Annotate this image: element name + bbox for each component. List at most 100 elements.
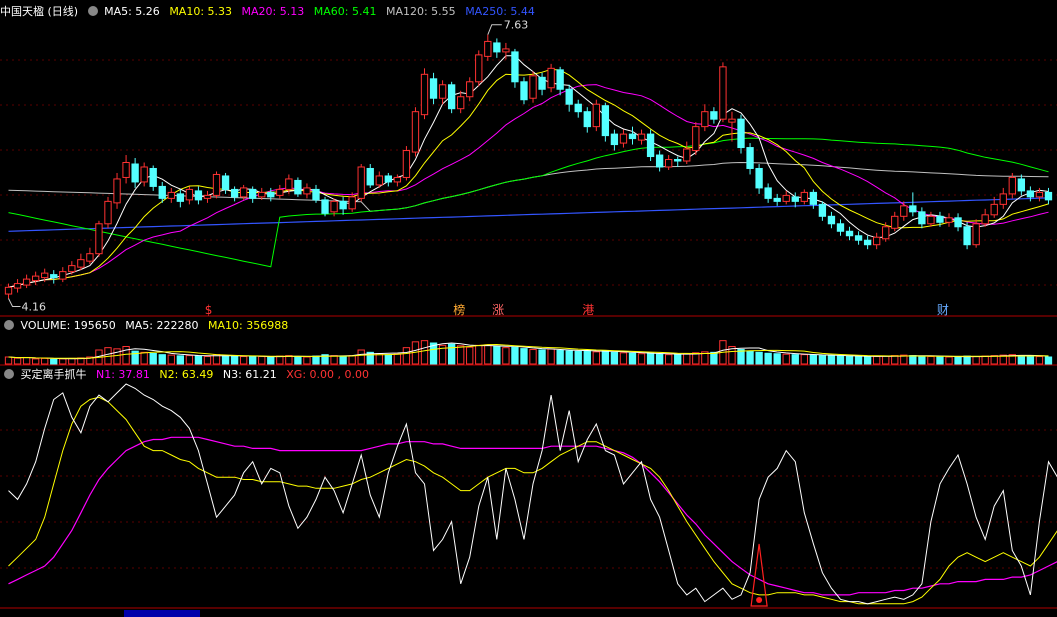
candle-body[interactable] xyxy=(1017,178,1026,192)
stock-chart[interactable]: 7.63 4.16 $ 榜 涨 港 财 xyxy=(0,0,1057,617)
candle-body[interactable] xyxy=(1026,190,1035,198)
candle-body[interactable] xyxy=(601,105,610,137)
candle-body[interactable] xyxy=(457,96,465,110)
candle-body[interactable] xyxy=(954,217,962,228)
candle-body[interactable] xyxy=(791,196,799,202)
candle-body[interactable] xyxy=(375,175,383,186)
event-label[interactable]: $ xyxy=(205,303,213,317)
candle-body[interactable] xyxy=(655,154,664,168)
candle-body[interactable] xyxy=(68,265,76,273)
candle-body[interactable] xyxy=(31,275,40,282)
candle-body[interactable] xyxy=(511,51,519,83)
candle-body[interactable] xyxy=(863,239,872,246)
candle-body[interactable] xyxy=(212,173,221,196)
indicator-name[interactable]: 买定离手抓牛 xyxy=(21,368,87,381)
candle-body[interactable] xyxy=(339,200,347,210)
candle-body[interactable] xyxy=(999,193,1007,205)
candle-body[interactable] xyxy=(493,42,501,53)
candle-body[interactable] xyxy=(583,111,591,128)
candle-body[interactable] xyxy=(827,215,836,225)
candle-body[interactable] xyxy=(565,88,573,105)
candle-body[interactable] xyxy=(755,167,763,189)
candle-body[interactable] xyxy=(692,126,700,152)
candle-body[interactable] xyxy=(918,211,926,225)
candle-body[interactable] xyxy=(13,283,22,289)
candle-body[interactable] xyxy=(22,278,31,286)
candle-body[interactable] xyxy=(547,67,555,89)
candle-body[interactable] xyxy=(909,205,917,213)
candle-body[interactable] xyxy=(619,133,628,144)
candle-body[interactable] xyxy=(556,69,564,90)
candle-body[interactable] xyxy=(1035,191,1044,198)
candle-body[interactable] xyxy=(972,223,980,246)
candle-body[interactable] xyxy=(484,40,492,57)
candle-body[interactable] xyxy=(719,66,727,120)
candle-body[interactable] xyxy=(800,191,808,202)
candle-body[interactable] xyxy=(176,193,185,202)
candle-body[interactable] xyxy=(167,191,175,199)
candle-body[interactable] xyxy=(592,103,600,128)
event-label[interactable]: 港 xyxy=(582,303,594,317)
candle-body[interactable] xyxy=(267,191,275,198)
candle-body[interactable] xyxy=(963,226,971,246)
gear-icon[interactable] xyxy=(87,6,98,16)
candle-body[interactable] xyxy=(321,199,329,214)
candle-body[interactable] xyxy=(1008,176,1016,195)
candle-body[interactable] xyxy=(665,159,673,168)
candle-body[interactable] xyxy=(854,235,863,241)
candle-body[interactable] xyxy=(429,78,438,99)
candle-body[interactable] xyxy=(945,217,953,223)
candle-body[interactable] xyxy=(475,54,483,83)
candle-body[interactable] xyxy=(737,118,745,149)
event-label[interactable]: 榜 xyxy=(453,302,465,317)
candle-body[interactable] xyxy=(438,84,447,99)
stock-title[interactable]: 中国天楹 (日线) xyxy=(0,5,78,18)
candle-body[interactable] xyxy=(104,200,112,225)
candle-body[interactable] xyxy=(836,223,845,232)
candle-body[interactable] xyxy=(529,75,537,99)
candle-body[interactable] xyxy=(900,205,908,217)
candle-body[interactable] xyxy=(357,166,365,199)
candle-body[interactable] xyxy=(872,236,881,246)
candle-body[interactable] xyxy=(628,133,637,140)
candle-body[interactable] xyxy=(520,81,528,101)
candle-body[interactable] xyxy=(384,175,392,183)
candle-body[interactable] xyxy=(258,191,266,198)
candle-body[interactable] xyxy=(990,203,998,216)
candle-body[interactable] xyxy=(239,187,248,198)
candle-body[interactable] xyxy=(447,84,456,110)
candle-body[interactable] xyxy=(131,163,139,183)
candle-body[interactable] xyxy=(646,133,655,158)
candle-body[interactable] xyxy=(140,166,148,183)
candle-body[interactable] xyxy=(773,197,781,202)
candle-body[interactable] xyxy=(348,196,356,210)
candle-body[interactable] xyxy=(818,203,827,217)
candle-body[interactable] xyxy=(764,187,772,199)
candle-body[interactable] xyxy=(502,48,510,53)
candle-body[interactable] xyxy=(366,167,374,186)
candle-body[interactable] xyxy=(221,175,230,190)
candle-body[interactable] xyxy=(538,76,546,90)
candle-body[interactable] xyxy=(294,179,302,195)
gear-icon[interactable] xyxy=(4,369,14,379)
candle-body[interactable] xyxy=(86,253,94,262)
candle-body[interactable] xyxy=(574,103,582,113)
candle-body[interactable] xyxy=(809,191,818,205)
candle-body[interactable] xyxy=(59,271,67,280)
candle-body[interactable] xyxy=(194,190,203,201)
candle-body[interactable] xyxy=(746,147,754,169)
candle-body[interactable] xyxy=(710,111,718,120)
candle-body[interactable] xyxy=(149,167,157,187)
candle-body[interactable] xyxy=(122,162,130,178)
candle-body[interactable] xyxy=(303,187,311,195)
candle-body[interactable] xyxy=(411,111,420,153)
candle-body[interactable] xyxy=(891,215,899,229)
candle-body[interactable] xyxy=(77,259,85,268)
candle-body[interactable] xyxy=(782,194,790,202)
candle-body[interactable] xyxy=(50,274,58,279)
candle-body[interactable] xyxy=(728,118,736,123)
candle-body[interactable] xyxy=(95,223,103,255)
candle-body[interactable] xyxy=(637,133,646,141)
candle-body[interactable] xyxy=(276,188,284,196)
candle-body[interactable] xyxy=(158,185,166,199)
